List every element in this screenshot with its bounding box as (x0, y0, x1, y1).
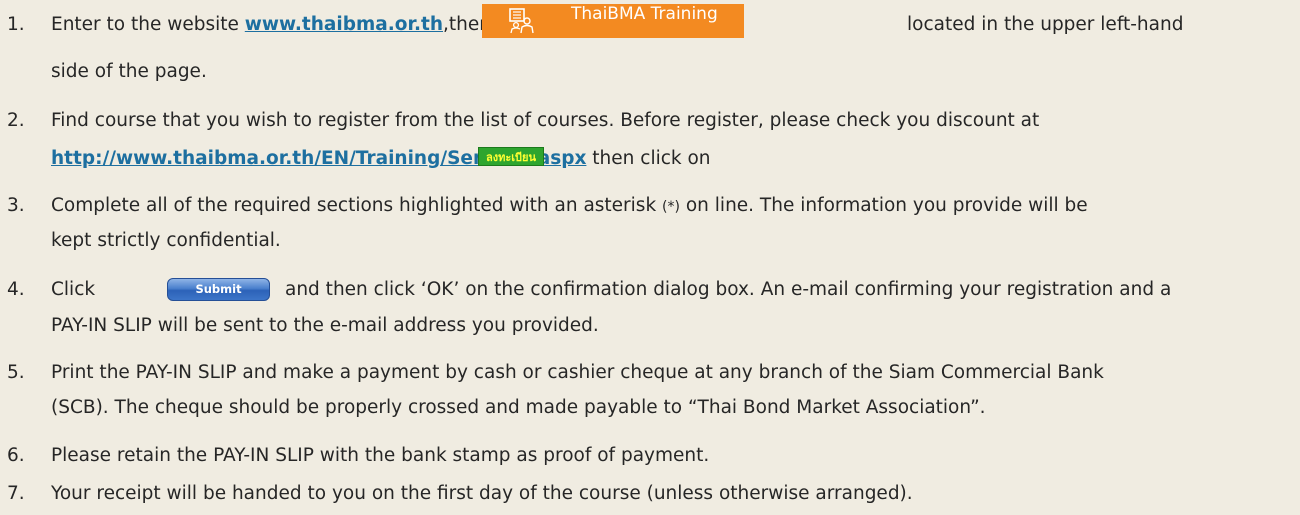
step-text: on line. The information you provide wil… (679, 195, 1088, 216)
thaibma-training-button[interactable]: ThaiBMA Training (482, 4, 744, 38)
register-button[interactable]: ลงทะเบียน (478, 147, 544, 166)
step-text: Find course that you wish to register fr… (51, 110, 1040, 131)
step-text: (SCB). The cheque should be properly cro… (51, 397, 986, 418)
step-text: Enter to the website (51, 14, 245, 35)
step-text: Please retain the PAY-IN SLIP with the b… (51, 445, 710, 466)
step-text: Print the PAY-IN SLIP and make a payment… (51, 362, 1104, 383)
step-text: Click (51, 279, 96, 300)
asterisk-marker: (*) (662, 199, 680, 215)
step-text: Complete all of the required sections hi… (51, 195, 663, 216)
step-number: 3. (7, 195, 25, 216)
step-text: PAY-IN SLIP will be sent to the e-mail a… (51, 315, 599, 336)
submit-button[interactable]: Submit (167, 278, 270, 301)
step-text: kept strictly confidential. (51, 230, 281, 251)
step-text: side of the page. (51, 61, 207, 82)
step-number: 2. (7, 110, 25, 131)
building-people-icon (509, 8, 534, 34)
step-number: 6. (7, 445, 25, 466)
step-number: 1. (7, 14, 25, 35)
step-number: 5. (7, 362, 25, 383)
step-text: then click on (586, 148, 711, 169)
step-number: 4. (7, 279, 25, 300)
website-link[interactable]: www.thaibma.or.th (245, 14, 443, 35)
step-text: and then click ‘OK’ on the confirmation … (285, 279, 1172, 300)
step-text: located in the upper left-hand (907, 14, 1184, 35)
step-text: Your receipt will be handed to you on th… (51, 483, 913, 504)
training-button-label: ThaiBMA Training (571, 4, 718, 24)
step-number: 7. (7, 483, 25, 504)
step-1-line-1: Enter to the website www.thaibma.or.th,t… (51, 4, 1183, 40)
